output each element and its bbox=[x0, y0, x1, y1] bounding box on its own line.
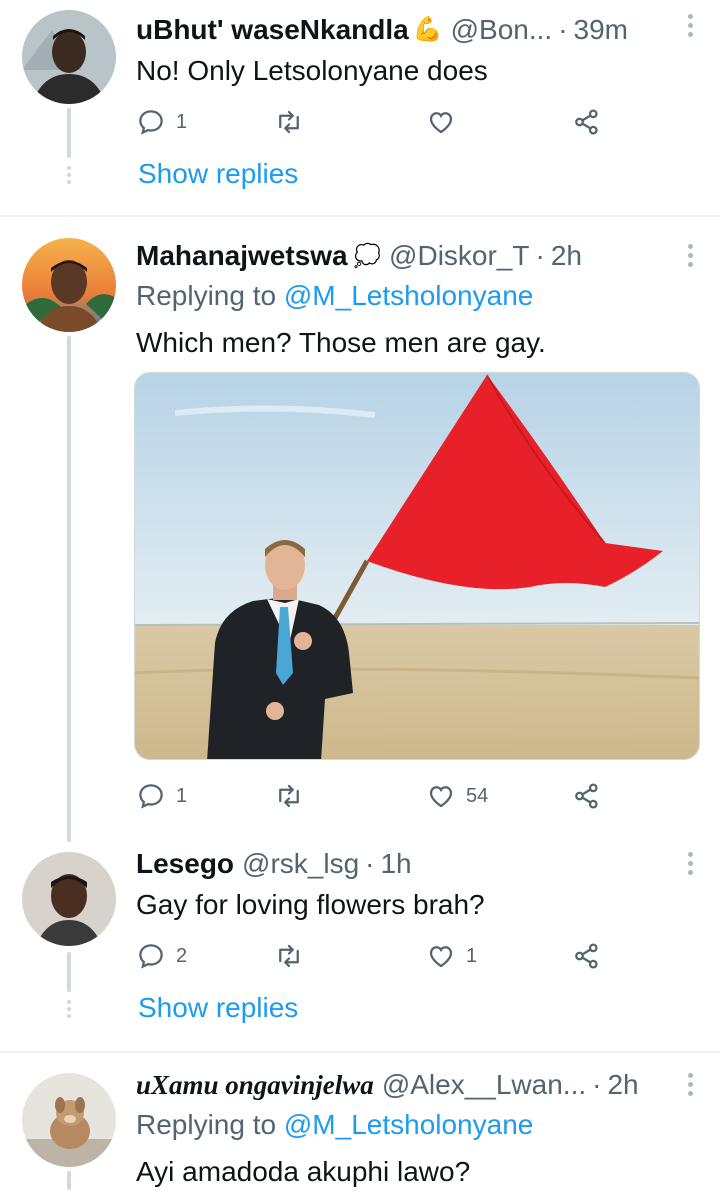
display-name[interactable]: uXamu ongavinjelwa bbox=[136, 1065, 374, 1105]
more-icon[interactable] bbox=[686, 244, 694, 271]
replying-to-label: Replying to bbox=[136, 280, 284, 311]
flexed-biceps-emoji: 💪 bbox=[412, 16, 443, 43]
reply-icon bbox=[139, 944, 163, 969]
thread-line bbox=[67, 108, 71, 158]
like-icon bbox=[429, 786, 453, 808]
like-count: 1 bbox=[466, 944, 478, 967]
action-bar: 1 bbox=[136, 106, 606, 138]
like-count: 54 bbox=[466, 784, 489, 807]
share-icon bbox=[575, 943, 598, 969]
like-button[interactable] bbox=[426, 106, 456, 138]
thread-line bbox=[67, 952, 71, 992]
share-button[interactable] bbox=[572, 106, 602, 138]
tweet-text: Ayi amadoda akuphi lawo? bbox=[136, 1156, 471, 1187]
avatar[interactable] bbox=[22, 852, 116, 946]
thought-balloon-emoji: 💭 bbox=[353, 243, 382, 268]
display-name[interactable]: Mahanajwetswa bbox=[136, 236, 348, 276]
tweet-media-image[interactable] bbox=[134, 372, 700, 760]
replying-to-label: Replying to bbox=[136, 1109, 284, 1140]
retweet-button[interactable] bbox=[274, 940, 304, 972]
user-handle[interactable]: @rsk_lsg bbox=[242, 844, 359, 884]
tweet-text: No! Only Letsolonyane does bbox=[136, 55, 488, 86]
avatar[interactable] bbox=[22, 238, 116, 332]
retweet-icon bbox=[279, 110, 299, 134]
share-button[interactable] bbox=[572, 940, 602, 972]
reply-button[interactable]: 1 bbox=[136, 780, 187, 812]
share-icon bbox=[575, 783, 598, 809]
avatar[interactable] bbox=[22, 10, 116, 104]
display-name[interactable]: Lesego bbox=[136, 844, 234, 884]
reply-count: 2 bbox=[176, 944, 188, 967]
thread-line bbox=[67, 834, 71, 842]
user-handle[interactable]: @Diskor_T bbox=[389, 236, 529, 276]
tweet-header: Mahanajwetswa 💭 @Diskor_T · 2h bbox=[136, 236, 670, 276]
thread-line bbox=[67, 1171, 71, 1190]
thread-line bbox=[67, 336, 71, 838]
action-bar: 1 54 bbox=[136, 780, 606, 812]
tweet-4[interactable]: uXamu ongavinjelwa @Alex__Lwan... · 2h R… bbox=[0, 1053, 720, 1190]
divider bbox=[0, 215, 720, 217]
replying-to: Replying to @M_Letsholonyane bbox=[136, 280, 533, 312]
like-icon bbox=[429, 112, 453, 134]
reply-button[interactable]: 2 bbox=[136, 940, 187, 972]
show-replies-link[interactable]: Show replies bbox=[138, 992, 298, 1024]
share-button[interactable] bbox=[572, 780, 602, 812]
reply-icon bbox=[139, 110, 163, 135]
more-icon[interactable] bbox=[686, 14, 694, 41]
like-button[interactable]: 1 bbox=[426, 940, 477, 972]
mention-link[interactable]: @M_Letsholonyane bbox=[284, 1109, 533, 1140]
separator-dot: · bbox=[592, 1069, 602, 1100]
tweet-text: Which men? Those men are gay. bbox=[136, 327, 546, 358]
separator-dot: · bbox=[558, 14, 568, 45]
retweet-icon bbox=[279, 784, 299, 808]
reply-icon bbox=[139, 784, 163, 809]
reply-count: 1 bbox=[176, 110, 188, 133]
tweet-header: Lesego @rsk_lsg · 1h bbox=[136, 844, 670, 884]
timestamp[interactable]: 2h bbox=[551, 236, 582, 276]
user-handle[interactable]: @Alex__Lwan... bbox=[382, 1065, 586, 1105]
timestamp[interactable]: 39m bbox=[574, 10, 628, 50]
more-icon[interactable] bbox=[686, 852, 694, 879]
show-replies-link[interactable]: Show replies bbox=[138, 158, 298, 190]
timestamp[interactable]: 2h bbox=[607, 1065, 638, 1105]
reply-count: 1 bbox=[176, 784, 188, 807]
retweet-icon bbox=[279, 944, 299, 968]
avatar[interactable] bbox=[22, 1073, 116, 1167]
thread-dots bbox=[66, 1000, 72, 1021]
like-button[interactable]: 54 bbox=[426, 780, 488, 812]
user-handle[interactable]: @Bon... bbox=[451, 10, 553, 50]
more-icon[interactable] bbox=[686, 1073, 694, 1100]
separator-dot: · bbox=[365, 848, 375, 879]
reply-button[interactable]: 1 bbox=[136, 106, 187, 138]
replying-to: Replying to @M_Letsholonyane bbox=[136, 1109, 533, 1141]
display-name[interactable]: uBhut' waseNkandla bbox=[136, 10, 409, 50]
tweet-3[interactable]: Lesego @rsk_lsg · 1h Gay for loving flow… bbox=[0, 834, 720, 1052]
retweet-button[interactable] bbox=[274, 106, 304, 138]
tweet-text: Gay for loving flowers brah? bbox=[136, 889, 485, 920]
retweet-button[interactable] bbox=[274, 780, 304, 812]
timestamp[interactable]: 1h bbox=[380, 844, 411, 884]
tweet-1[interactable]: uBhut' waseNkandla 💪 @Bon... · 39m No! O… bbox=[0, 0, 720, 216]
mention-link[interactable]: @M_Letsholonyane bbox=[284, 280, 533, 311]
like-icon bbox=[429, 946, 453, 968]
tweet-header: uXamu ongavinjelwa @Alex__Lwan... · 2h bbox=[136, 1065, 670, 1105]
tweet-header: uBhut' waseNkandla 💪 @Bon... · 39m bbox=[136, 10, 670, 50]
separator-dot: · bbox=[535, 240, 545, 271]
share-icon bbox=[575, 109, 598, 135]
action-bar: 2 1 bbox=[136, 940, 606, 972]
thread-dots bbox=[66, 166, 72, 187]
